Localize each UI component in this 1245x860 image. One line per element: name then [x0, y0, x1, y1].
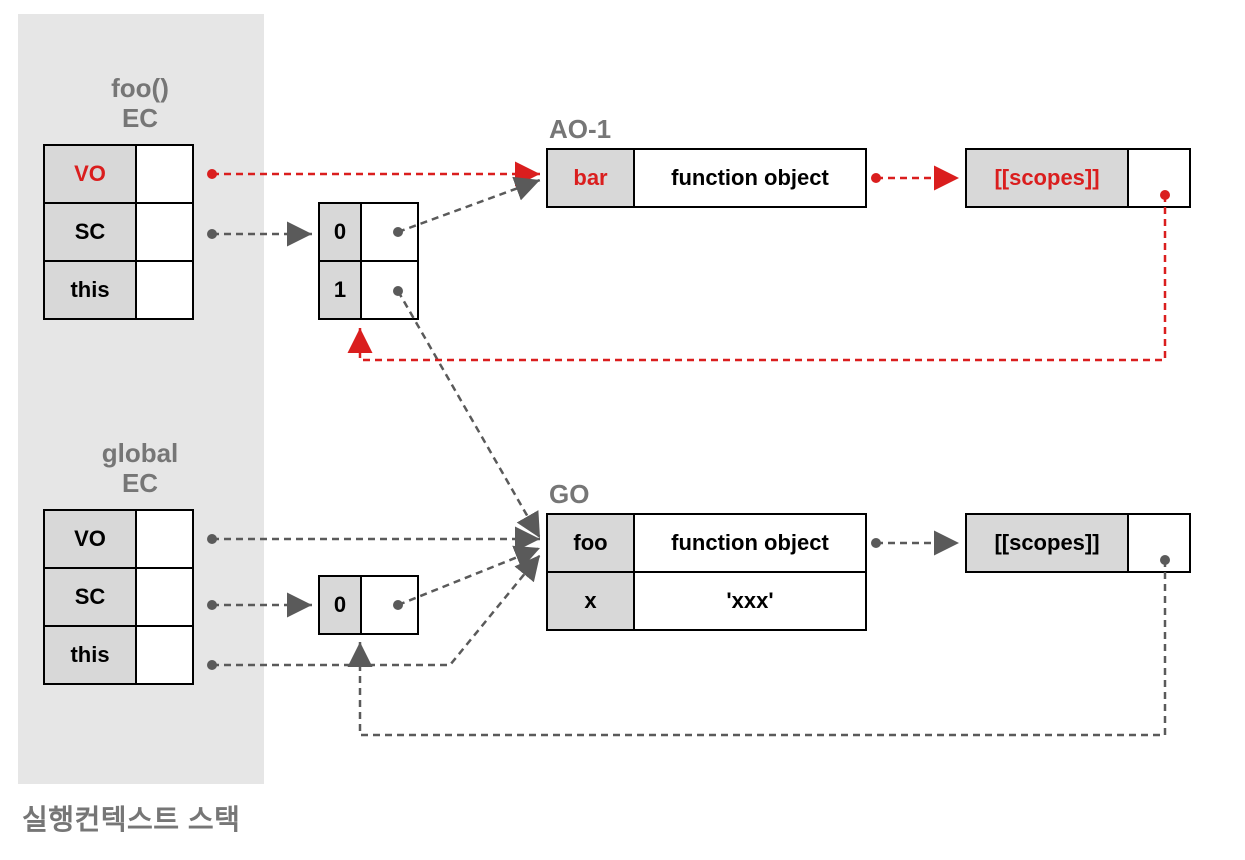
go-table: foo function object x 'xxx' [546, 513, 867, 631]
global-ec-this-val [136, 626, 193, 684]
global-ec-sc-val [136, 568, 193, 626]
global-sc-0-val [361, 576, 418, 634]
scopes-foo-key: [[scopes]] [966, 514, 1128, 572]
stack-caption: 실행컨텍스트 스택 [22, 798, 240, 838]
go-title: GO [549, 480, 589, 510]
go-x-val: 'xxx' [634, 572, 866, 630]
foo-ec-vo-key: VO [44, 145, 136, 203]
foo-sc-1-val [361, 261, 418, 319]
global-ec-sc-key: SC [44, 568, 136, 626]
scopes-foo-table: [[scopes]] [965, 513, 1191, 573]
global-sc-0-key: 0 [319, 576, 361, 634]
foo-ec-vo-val [136, 145, 193, 203]
ao1-title: AO-1 [549, 115, 611, 145]
go-x-key: x [547, 572, 634, 630]
global-ec-vo-val [136, 510, 193, 568]
foo-sc-0-key: 0 [319, 203, 361, 261]
scopes-bar-key: [[scopes]] [966, 149, 1128, 207]
global-ec-table: VO SC this [43, 509, 194, 685]
foo-scope-chain: 0 1 [318, 202, 419, 320]
ao1-bar-key: bar [547, 149, 634, 207]
scopes-bar-val [1128, 149, 1190, 207]
global-ec-vo-key: VO [44, 510, 136, 568]
foo-ec-this-val [136, 261, 193, 319]
go-foo-key: foo [547, 514, 634, 572]
foo-ec-sc-key: SC [44, 203, 136, 261]
ao1-table: bar function object [546, 148, 867, 208]
global-ec-title: global EC [40, 439, 240, 499]
foo-ec-sc-val [136, 203, 193, 261]
foo-sc-1-key: 1 [319, 261, 361, 319]
ao1-bar-val: function object [634, 149, 866, 207]
go-foo-val: function object [634, 514, 866, 572]
foo-ec-table: VO SC this [43, 144, 194, 320]
global-scope-chain: 0 [318, 575, 419, 635]
foo-ec-title: foo() EC [40, 74, 240, 134]
foo-sc-0-val [361, 203, 418, 261]
foo-ec-this-key: this [44, 261, 136, 319]
scopes-bar-table: [[scopes]] [965, 148, 1191, 208]
global-ec-this-key: this [44, 626, 136, 684]
scopes-foo-val [1128, 514, 1190, 572]
